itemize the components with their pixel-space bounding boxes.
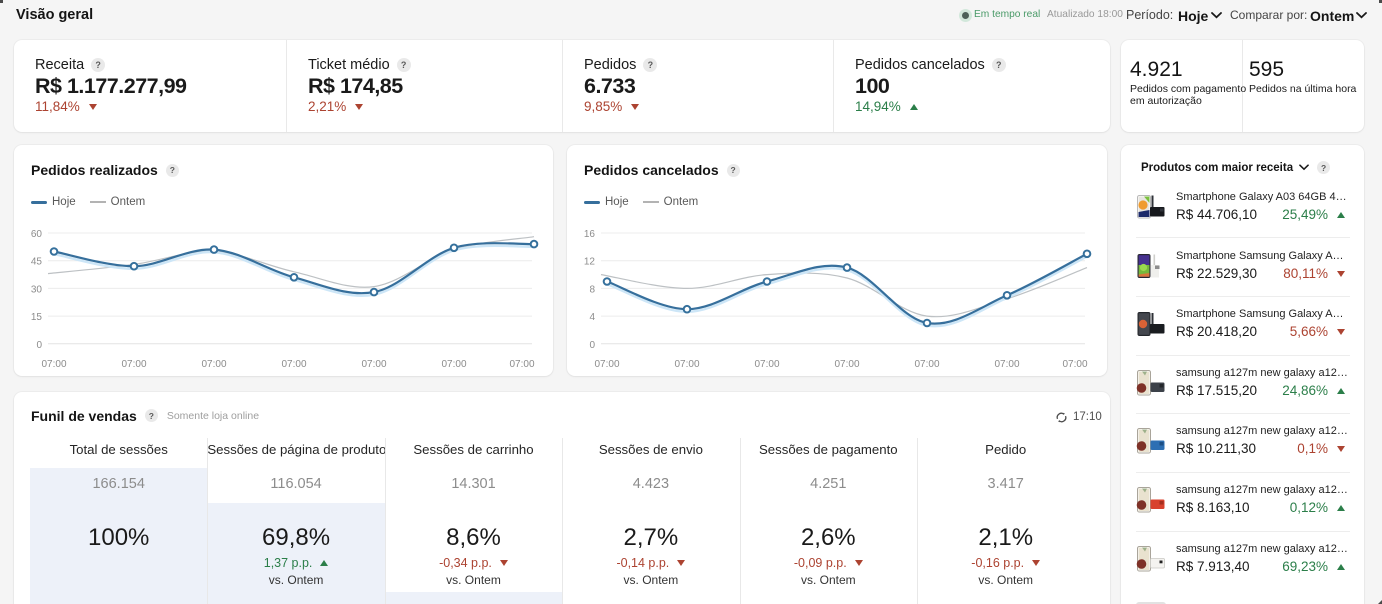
svg-text:07:00: 07:00: [594, 359, 619, 370]
svg-text:07:00: 07:00: [361, 359, 386, 370]
svg-text:07:00: 07:00: [201, 359, 226, 370]
svg-text:4: 4: [589, 312, 595, 323]
svg-text:0: 0: [36, 340, 42, 351]
svg-text:07:00: 07:00: [41, 359, 66, 370]
svg-text:16: 16: [584, 229, 596, 240]
svg-text:0: 0: [589, 340, 595, 351]
svg-text:60: 60: [31, 229, 43, 240]
svg-text:07:00: 07:00: [834, 359, 859, 370]
svg-text:12: 12: [584, 257, 596, 268]
svg-text:07:00: 07:00: [1062, 359, 1087, 370]
svg-text:07:00: 07:00: [674, 359, 699, 370]
svg-text:15: 15: [31, 312, 43, 323]
svg-text:07:00: 07:00: [121, 359, 146, 370]
svg-text:07:00: 07:00: [994, 359, 1019, 370]
svg-text:07:00: 07:00: [281, 359, 306, 370]
svg-text:07:00: 07:00: [441, 359, 466, 370]
svg-text:07:00: 07:00: [754, 359, 779, 370]
svg-text:07:00: 07:00: [509, 359, 534, 370]
svg-text:45: 45: [31, 257, 43, 268]
svg-text:07:00: 07:00: [914, 359, 939, 370]
svg-text:30: 30: [31, 284, 43, 295]
svg-text:8: 8: [589, 284, 595, 295]
